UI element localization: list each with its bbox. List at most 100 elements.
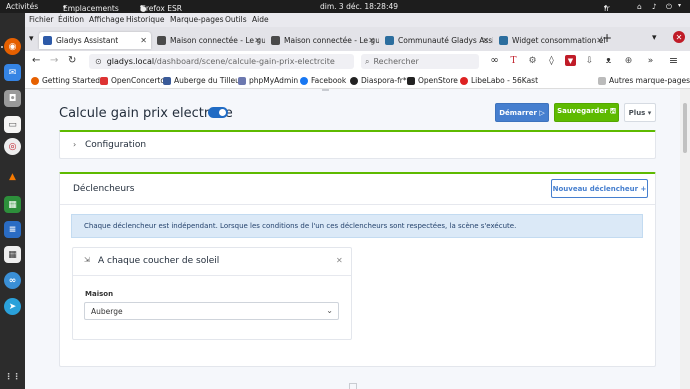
calc-icon[interactable]: ▦: [4, 196, 21, 213]
close-icon[interactable]: ✕: [336, 256, 343, 265]
url-bar[interactable]: ⊙ gladys.local/dashboard/scene/calcule-g…: [89, 54, 354, 69]
extensions-menu-icon[interactable]: »: [645, 55, 656, 66]
house-select[interactable]: Auberge ⌄: [84, 302, 339, 320]
scroll-marker: [322, 89, 329, 91]
extension-puzzle-icon[interactable]: ⚙: [527, 55, 538, 66]
menu-edit[interactable]: Édition: [58, 15, 84, 24]
tab-widget[interactable]: Widget consommation él ✕: [495, 32, 607, 49]
menu-tools[interactable]: Outils: [225, 15, 247, 24]
download-icon[interactable]: ⇩: [584, 55, 595, 66]
new-tab-button[interactable]: +: [602, 31, 612, 45]
close-icon[interactable]: ✕: [482, 36, 489, 45]
auberge-icon: [163, 76, 171, 85]
tab-list-icon[interactable]: ▾: [29, 34, 34, 44]
chevron-down-icon: ▾: [63, 4, 67, 11]
new-trigger-button[interactable]: Nouveau déclencheur +: [551, 179, 648, 198]
files-icon[interactable]: ▭: [4, 116, 21, 133]
bookmark-facebook[interactable]: Facebook: [300, 76, 346, 85]
reload-icon[interactable]: ↻: [68, 55, 76, 66]
chevron-down-icon: ▾: [604, 4, 608, 11]
search-bar[interactable]: ⌕ Rechercher: [361, 54, 479, 69]
trigger-title: A chaque coucher de soleil: [98, 256, 220, 266]
menu-history[interactable]: Historique: [126, 15, 164, 24]
page-scrollbar[interactable]: [680, 89, 690, 389]
configuration-title[interactable]: Configuration: [85, 140, 146, 150]
tab-bar: ▾ Gladys Assistant ✕ Maison connectée - …: [25, 27, 690, 51]
other-bookmarks[interactable]: Autres marque-pages: [598, 76, 690, 85]
bookmark-phpmyadmin[interactable]: phpMyAdmin: [238, 76, 298, 85]
more-button[interactable]: Plus ▾: [624, 103, 656, 122]
volume-icon[interactable]: ♪: [652, 2, 657, 11]
configuration-card[interactable]: › Configuration: [59, 130, 656, 159]
scrollbar-thumb[interactable]: [683, 103, 687, 153]
page-content: Calcule gain prix electrcite Démarrer ▷ …: [25, 89, 680, 389]
help-icon[interactable]: ◎: [4, 138, 21, 155]
account-icon[interactable]: ⊕: [623, 55, 634, 66]
running-indicator: [1, 46, 3, 48]
telegram-icon[interactable]: ➤: [4, 298, 21, 315]
start-button[interactable]: Démarrer ▷: [495, 103, 549, 122]
close-icon[interactable]: ✕: [368, 36, 375, 45]
trigger-card-sunset: ⇲ A chaque coucher de soleil ✕ Maison: [72, 247, 352, 340]
forum-favicon: [499, 36, 508, 45]
browser-chrome: Fichier Édition Affichage Historique Mar…: [25, 13, 690, 89]
close-window-icon[interactable]: ✕: [673, 31, 685, 43]
openconcerto-icon: [100, 76, 108, 85]
drag-handle-icon[interactable]: ⇲: [84, 256, 90, 264]
app-grid-icon[interactable]: ⋮⋮: [4, 368, 21, 385]
bookmark-openconcerto[interactable]: OpenConcerto: [100, 76, 165, 85]
menu-view[interactable]: Affichage: [89, 15, 124, 24]
hamburger-menu-icon[interactable]: ≡: [668, 54, 679, 67]
chevron-down-icon: ⌄: [326, 306, 333, 315]
firefox-icon: [31, 76, 39, 85]
add-trigger-handle[interactable]: [349, 383, 357, 389]
firefox-icon[interactable]: ◉: [4, 38, 21, 55]
extension-t-icon[interactable]: T: [508, 55, 519, 66]
page-info-icon[interactable]: ⊙: [95, 57, 102, 66]
bookmark-getting-started[interactable]: Getting Started: [31, 76, 100, 85]
pocket-icon[interactable]: ᴥ: [603, 55, 614, 66]
back-icon[interactable]: ←: [32, 55, 40, 66]
network-icon[interactable]: ⌂: [637, 2, 642, 11]
navigation-bar: ← → ↻ ⊙ gladys.local/dashboard/scene/cal…: [25, 51, 690, 72]
bookmark-diaspora[interactable]: Diaspora-fr*: [350, 76, 407, 85]
menu-bookmarks[interactable]: Marque-pages: [170, 15, 224, 24]
bookmark-openstore[interactable]: OpenStore: [407, 76, 458, 85]
menu-bar: Fichier Édition Affichage Historique Mar…: [25, 13, 690, 27]
scene-active-toggle[interactable]: [208, 107, 228, 118]
vlc-icon[interactable]: ▲: [4, 168, 21, 185]
thunderbird-icon[interactable]: ✉: [4, 64, 21, 81]
forward-icon[interactable]: →: [50, 55, 58, 66]
clock[interactable]: dim. 3 déc. 18:28:49: [320, 2, 398, 11]
save-button[interactable]: Sauvegarder 🖫: [554, 103, 619, 122]
chevron-down-icon[interactable]: ▾: [678, 2, 681, 9]
info-alert: Chaque déclencheur est indépendant. Lors…: [71, 214, 643, 238]
openstore-icon: [407, 76, 415, 85]
close-icon[interactable]: ✕: [140, 36, 147, 45]
card-divider: [73, 275, 351, 276]
bookmark-auberge[interactable]: Auberge du Tilleul: [163, 76, 242, 85]
tab-maison-1[interactable]: Maison connectée - Le gu ✕: [153, 32, 265, 49]
close-icon[interactable]: ✕: [254, 36, 261, 45]
bookmark-libelabo[interactable]: LibeLabo - 56Kast: [460, 76, 538, 85]
extension-ublock-icon[interactable]: ▼: [565, 55, 576, 66]
power-icon[interactable]: ⏻: [666, 2, 672, 12]
activities-button[interactable]: Activités: [6, 2, 38, 11]
nextcloud-icon[interactable]: ∞: [4, 272, 21, 289]
phpmyadmin-icon: [238, 76, 246, 85]
diaspora-icon: [350, 76, 358, 85]
camera-icon[interactable]: ◘: [4, 90, 21, 107]
tab-overflow-icon[interactable]: ▾: [652, 33, 657, 43]
tab-maison-2[interactable]: Maison connectée - Le gu ✕: [267, 32, 379, 49]
extension-glasses-icon[interactable]: ∞: [489, 55, 500, 66]
dock: ◉ ✉ ◘ ▭ ◎ ▲ ▦ ≡ ▦ ∞ ➤ ⋮⋮: [0, 13, 25, 389]
tab-gladys[interactable]: Gladys Assistant ✕: [39, 32, 151, 49]
card-divider: [60, 204, 655, 205]
writer-icon[interactable]: ≡: [4, 221, 21, 238]
extension-shield-icon[interactable]: ◊: [546, 55, 557, 66]
calculator-icon[interactable]: ▦: [4, 246, 21, 263]
tab-communaute[interactable]: Communauté Gladys Assi ✕: [381, 32, 493, 49]
chevron-right-icon[interactable]: ›: [73, 140, 76, 149]
menu-help[interactable]: Aide: [252, 15, 269, 24]
menu-file[interactable]: Fichier: [29, 15, 54, 24]
